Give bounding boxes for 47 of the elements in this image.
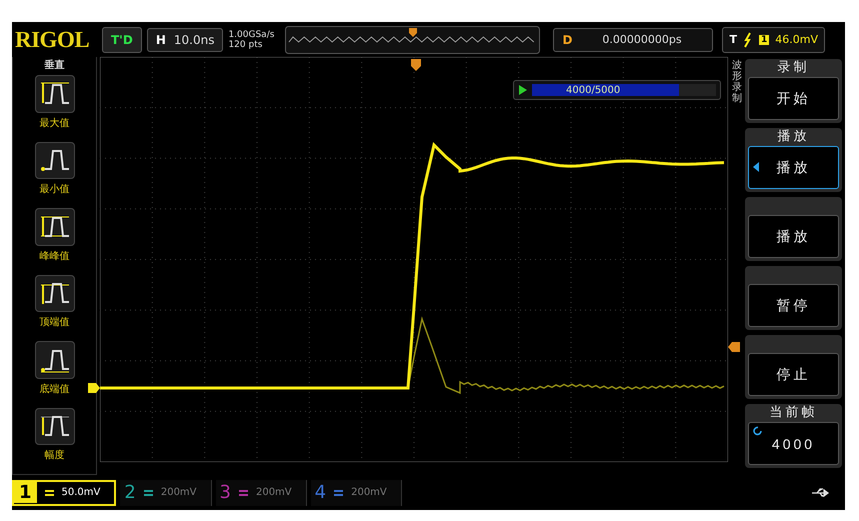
softkey-button[interactable]: 开始 — [748, 77, 839, 120]
brand-logo: RIGOL — [15, 26, 90, 52]
measure-label: 底端值 — [40, 382, 70, 396]
softkey-button[interactable]: 暂停 — [748, 284, 839, 327]
softkey-button[interactable]: 播放 — [748, 146, 839, 189]
measure-label: 顶端值 — [40, 316, 70, 329]
softkey-title: 录制 — [776, 59, 810, 77]
menu-title: 垂直 — [44, 58, 64, 72]
measure-button[interactable] — [34, 75, 74, 112]
run-status: T'D — [102, 26, 142, 52]
measure-label: 最小值 — [40, 182, 70, 196]
channel-marker-icon — [88, 383, 100, 393]
sample-rate: 1.00GSa/s — [228, 30, 276, 40]
timebase-value: 10.0ns — [174, 32, 214, 46]
delay-value: 0.00000000ps — [602, 33, 682, 46]
trigger-level: 46.0mV — [775, 33, 818, 46]
usb-icon — [811, 488, 831, 498]
trigger-level-marker-icon — [728, 342, 740, 352]
progress-text: 4000/5000 — [566, 84, 620, 96]
softkey-button[interactable]: 4000 — [748, 422, 839, 465]
measure-button[interactable] — [34, 274, 74, 312]
channel-tab[interactable]: 2 200mV — [120, 480, 212, 506]
timebase-label: H — [156, 32, 166, 46]
measure-label: 幅度 — [44, 448, 64, 462]
measure-button[interactable] — [34, 341, 74, 378]
measure-button[interactable] — [34, 408, 74, 445]
measure-label: 最大值 — [40, 116, 70, 130]
trigger-position-marker-icon — [411, 59, 421, 71]
softkey-button[interactable]: 播放 — [748, 215, 839, 258]
softkey-title: 播放 — [776, 128, 810, 146]
channel-tab[interactable]: 4 200mV — [310, 480, 402, 506]
measure-label: 峰峰值 — [40, 250, 70, 262]
knob-icon — [753, 426, 763, 436]
panel-title: 波形录制 — [732, 60, 742, 104]
measure-button[interactable] — [34, 142, 74, 179]
delay-label: D — [562, 32, 572, 46]
channel-tab[interactable]: 3 200mV — [216, 480, 307, 506]
rising-edge-icon — [742, 32, 753, 48]
selection-arrow-icon — [753, 162, 759, 172]
trigger-source: 1 — [758, 34, 770, 44]
trigger-label: T — [729, 33, 737, 46]
softkey-button[interactable]: 停止 — [748, 353, 839, 396]
play-icon — [518, 84, 528, 96]
softkey-title: 当前帧 — [768, 404, 818, 422]
measure-button[interactable] — [34, 208, 74, 246]
memory-depth: 120 pts — [228, 40, 264, 50]
channel-tab[interactable]: 1 50.0mV — [12, 480, 116, 506]
